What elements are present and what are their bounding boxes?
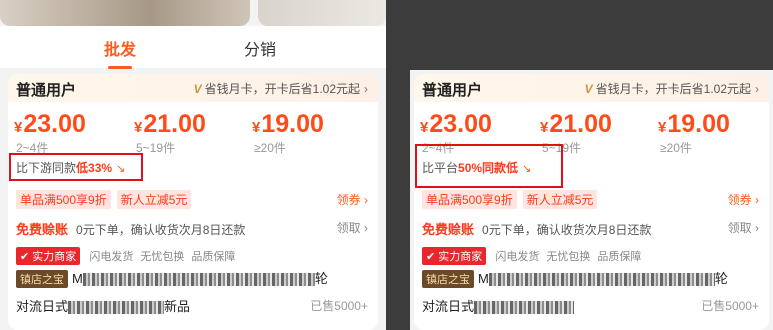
price-value: 21.00 xyxy=(143,110,206,138)
service-row: ✔ 实力商家 闪电发货 无忧包换 品质保障 xyxy=(16,247,242,265)
qty-tier-3: ≥20件 xyxy=(254,141,286,155)
product-image-2[interactable] xyxy=(258,0,386,26)
credit-desc: 0元下单，确认收货次月8日还款 xyxy=(482,223,652,237)
tab-wholesale[interactable]: 批发 xyxy=(104,36,136,69)
chevron-right-icon: › xyxy=(751,221,759,235)
chevron-right-icon: › xyxy=(755,82,759,96)
shop-badge-label: 实力商家 xyxy=(438,251,483,263)
get-coupon-label: 领券 xyxy=(336,193,361,207)
price-tier-1: ¥23.00 xyxy=(420,110,492,139)
currency-symbol: ¥ xyxy=(540,119,549,136)
price-tier-3: ¥19.00 xyxy=(252,110,324,139)
treasure-badge: 镇店之宝 xyxy=(16,270,68,288)
redacted-text xyxy=(68,301,165,315)
price-value: 23.00 xyxy=(23,110,86,138)
highlight-box xyxy=(9,153,143,181)
price-card: 普通用户 V 省钱月卡，开卡后省1.02元起 › ¥23.00 2~4件 ¥21.0… xyxy=(8,74,378,330)
chevron-right-icon: › xyxy=(751,193,759,207)
sold-count: 已售5000+ xyxy=(310,299,368,313)
redacted-text xyxy=(488,273,715,287)
product-title-line-1[interactable]: 镇店之宝 M 轮 xyxy=(422,268,728,288)
title-start: M xyxy=(72,271,83,286)
price-tier-2: ¥21.00 xyxy=(134,110,206,139)
membership-promo[interactable]: V 省钱月卡，开卡后省1.02元起 › xyxy=(585,80,759,97)
service-tag: 闪电发货 xyxy=(89,251,134,263)
promo-text: 省钱月卡，开卡后省1.02元起 xyxy=(204,82,360,96)
product-title-line-2[interactable]: 对流日式 xyxy=(422,296,575,315)
currency-symbol: ¥ xyxy=(134,119,143,136)
service-row: ✔ 实力商家 闪电发货 无忧包换 品质保障 xyxy=(422,247,648,265)
price-tier-3: ¥19.00 xyxy=(658,110,730,139)
currency-symbol: ¥ xyxy=(252,119,261,136)
product-image[interactable] xyxy=(0,0,250,26)
service-tag: 无忧包换 xyxy=(140,251,185,263)
credit-row: 免费赊账 0元下单，确认收货次月8日还款 xyxy=(16,219,245,238)
credit-row: 免费赊账 0元下单，确认收货次月8日还款 xyxy=(422,219,651,238)
price-tier-1: ¥23.00 xyxy=(14,110,86,139)
product-title-line-2[interactable]: 对流日式 新品 xyxy=(16,296,190,315)
left-screenshot: 批发 分销 普通用户 V 省钱月卡，开卡后省1.02元起 › ¥23.00 2~4件… xyxy=(0,0,386,330)
price-value: 21.00 xyxy=(549,110,612,138)
sold-count: 已售5000+ xyxy=(701,299,759,313)
coupon-tag: 单品满500享9折 xyxy=(422,190,517,209)
promo-text: 省钱月卡，开卡后省1.02元起 xyxy=(595,82,751,96)
title-end: 轮 xyxy=(714,271,728,286)
price-value: 23.00 xyxy=(429,110,492,138)
coupon-tag: 新人立减5元 xyxy=(522,190,598,209)
claim-button[interactable]: 领取 › xyxy=(337,219,368,236)
redacted-text xyxy=(82,273,315,287)
user-row: 普通用户 V 省钱月卡，开卡后省1.02元起 › xyxy=(414,74,769,102)
highlight-box xyxy=(415,144,563,188)
coupon-tag: 单品满500享9折 xyxy=(16,190,111,209)
user-row: 普通用户 V 省钱月卡，开卡后省1.02元起 › xyxy=(8,74,378,102)
title2-start: 对流日式 xyxy=(16,299,69,314)
title2-end: 新品 xyxy=(164,299,191,314)
credit-desc: 0元下单，确认收货次月8日还款 xyxy=(76,223,246,237)
title-end: 轮 xyxy=(314,271,328,286)
service-tag: 闪电发货 xyxy=(495,251,540,263)
vip-icon: V xyxy=(584,82,593,96)
treasure-badge: 镇店之宝 xyxy=(422,270,474,288)
dark-header xyxy=(410,0,773,70)
get-coupon-button[interactable]: 领券 › xyxy=(728,191,759,208)
currency-symbol: ¥ xyxy=(14,119,23,136)
title-start: M xyxy=(478,271,489,286)
user-level-label: 普通用户 xyxy=(422,82,483,99)
service-tag: 品质保障 xyxy=(597,251,642,263)
credit-label: 免费赊账 xyxy=(422,222,475,237)
tab-distribution[interactable]: 分销 xyxy=(244,36,276,60)
right-screenshot: 普通用户 V 省钱月卡，开卡后省1.02元起 › ¥23.00 2~4件 ¥21.0… xyxy=(410,0,773,330)
credit-label: 免费赊账 xyxy=(16,222,69,237)
price-tier-2: ¥21.00 xyxy=(540,110,612,139)
claim-label: 领取 xyxy=(336,221,361,235)
product-title-line-1[interactable]: 镇店之宝 M 轮 xyxy=(16,268,328,288)
membership-promo[interactable]: V 省钱月卡，开卡后省1.02元起 › xyxy=(194,80,368,97)
coupon-row: 单品满500享9折 新人立减5元 xyxy=(16,190,197,209)
service-tag: 品质保障 xyxy=(191,251,236,263)
redacted-text xyxy=(474,301,575,315)
claim-label: 领取 xyxy=(727,221,752,235)
vip-icon: V xyxy=(193,82,202,96)
qty-tier-3: ≥20件 xyxy=(660,141,692,155)
get-coupon-label: 领券 xyxy=(727,193,752,207)
chevron-right-icon: › xyxy=(360,193,368,207)
price-value: 19.00 xyxy=(667,110,730,138)
chevron-right-icon: › xyxy=(360,221,368,235)
chevron-right-icon: › xyxy=(364,82,368,96)
shop-badge: ✔ 实力商家 xyxy=(16,247,81,265)
shop-badge: ✔ 实力商家 xyxy=(422,247,487,265)
price-value: 19.00 xyxy=(261,110,324,138)
shop-badge-label: 实力商家 xyxy=(32,251,77,263)
coupon-tag: 新人立减5元 xyxy=(116,190,192,209)
coupon-row: 单品满500享9折 新人立减5元 xyxy=(422,190,603,209)
service-tag: 无忧包换 xyxy=(546,251,591,263)
currency-symbol: ¥ xyxy=(658,119,667,136)
currency-symbol: ¥ xyxy=(420,119,429,136)
get-coupon-button[interactable]: 领券 › xyxy=(337,191,368,208)
price-card: 普通用户 V 省钱月卡，开卡后省1.02元起 › ¥23.00 2~4件 ¥21.0… xyxy=(414,74,769,330)
title2-start: 对流日式 xyxy=(422,299,475,314)
user-level-label: 普通用户 xyxy=(16,82,77,99)
tab-bar: 批发 分销 xyxy=(0,26,386,69)
claim-button[interactable]: 领取 › xyxy=(728,219,759,236)
